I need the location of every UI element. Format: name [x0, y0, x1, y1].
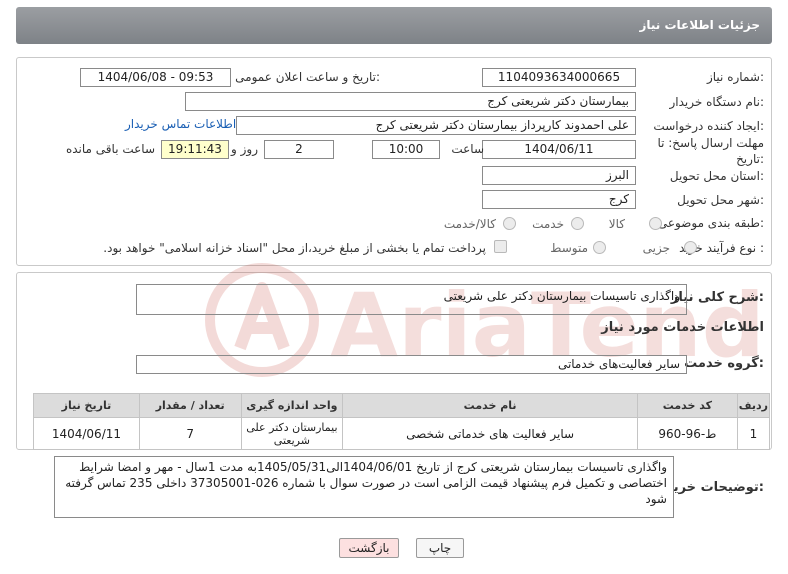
deadline-date-field: 1404/06/11 — [482, 140, 636, 159]
deadline-label-line1: مهلت ارسال پاسخ: تا — [657, 136, 764, 150]
remaining-time-field: 19:11:43 — [161, 140, 229, 159]
buyer-notes-field: واگذاری تاسیسات بیمارستان شریعتی کرج از … — [54, 456, 674, 518]
deadline-label-line2: تاریخ: — [736, 152, 764, 166]
process-option-minor: جزیی — [642, 241, 670, 255]
col-service-name: نام خدمت — [342, 393, 638, 418]
city-field: کرج — [482, 190, 636, 209]
need-number-field: 1104093634000665 — [482, 68, 636, 87]
summary-field: واگذاری تاسیسات بیمارستان دکتر علی شریعت… — [136, 284, 687, 315]
cell-unit: بیمارستان دکتر علی شریعتی — [240, 417, 344, 450]
category-radio-goods[interactable] — [649, 217, 662, 230]
back-button[interactable]: بازگشت — [339, 538, 399, 558]
city-label: شهر محل تحویل: — [677, 193, 764, 207]
cell-row-number: 1 — [736, 417, 771, 450]
days-remaining-field: 2 — [264, 140, 334, 159]
treasury-payment-checkbox[interactable] — [494, 240, 507, 253]
col-row-number: ردیف — [736, 393, 771, 418]
announce-datetime-field: 1404/06/08 - 09:53 — [80, 68, 231, 87]
category-radio-goods-service[interactable] — [503, 217, 516, 230]
process-radio-medium[interactable] — [593, 241, 606, 254]
table-row: 1 ط-96-960 سایر فعالیت های خدماتی شخصی ب… — [33, 417, 771, 450]
category-option-goods: کالا — [608, 217, 625, 231]
category-label: طبقه بندی موضوعی: — [657, 216, 764, 230]
category-radio-service[interactable] — [571, 217, 584, 230]
print-button[interactable]: چاپ — [416, 538, 464, 558]
need-number-label: شماره نیاز: — [706, 70, 764, 84]
col-quantity: تعداد / مقدار — [138, 393, 242, 418]
col-need-date: تاریخ نیاز — [33, 393, 140, 418]
process-option-medium: متوسط — [550, 241, 588, 255]
category-option-goods-service: کالا/خدمت — [443, 217, 496, 231]
category-option-service: خدمت — [532, 217, 564, 231]
services-table: ردیف کد خدمت نام خدمت واحد اندازه گیری ت… — [33, 393, 771, 450]
remaining-time-label: ساعت باقی مانده — [65, 142, 155, 156]
col-unit: واحد اندازه گیری — [240, 393, 344, 418]
service-group-label: گروه خدمت: — [684, 356, 764, 371]
deadline-time-label: ساعت — [451, 142, 484, 156]
col-service-code: کد خدمت — [636, 393, 738, 418]
cell-service-name: سایر فعالیت های خدماتی شخصی — [342, 417, 638, 450]
table-header-row: ردیف کد خدمت نام خدمت واحد اندازه گیری ت… — [33, 393, 771, 418]
days-label: روز و — [231, 142, 258, 156]
province-label: استان محل تحویل: — [669, 169, 764, 183]
deadline-time-field: 10:00 — [372, 140, 440, 159]
page-header: جزئیات اطلاعات نیاز — [16, 7, 772, 44]
cell-need-date: 1404/06/11 — [33, 417, 140, 450]
process-radio-minor[interactable] — [684, 241, 697, 254]
requester-field: علی احمدوند کارپرداز بیمارستان دکتر شریع… — [236, 116, 636, 135]
cell-quantity: 7 — [138, 417, 242, 450]
announce-label: تاریخ و ساعت اعلان عمومی: — [235, 70, 380, 84]
province-field: البرز — [482, 166, 636, 185]
buyer-contact-link[interactable]: اطلاعات تماس خریدار — [125, 117, 236, 131]
page-title: جزئیات اطلاعات نیاز — [639, 18, 760, 32]
services-section-title: اطلاعات خدمات مورد نیاز — [601, 320, 764, 335]
service-group-field: سایر فعالیت‌های خدماتی — [136, 355, 687, 374]
buyer-org-label: نام دستگاه خریدار: — [669, 95, 765, 109]
buyer-org-field: بیمارستان دکتر شریعتی کرج — [185, 92, 636, 111]
treasury-payment-note: پرداخت تمام یا بخشی از مبلغ خرید،از محل … — [103, 241, 486, 255]
cell-service-code: ط-96-960 — [636, 417, 738, 450]
requester-label: ایجاد کننده درخواست: — [653, 119, 764, 133]
need-info-panel — [16, 57, 772, 266]
